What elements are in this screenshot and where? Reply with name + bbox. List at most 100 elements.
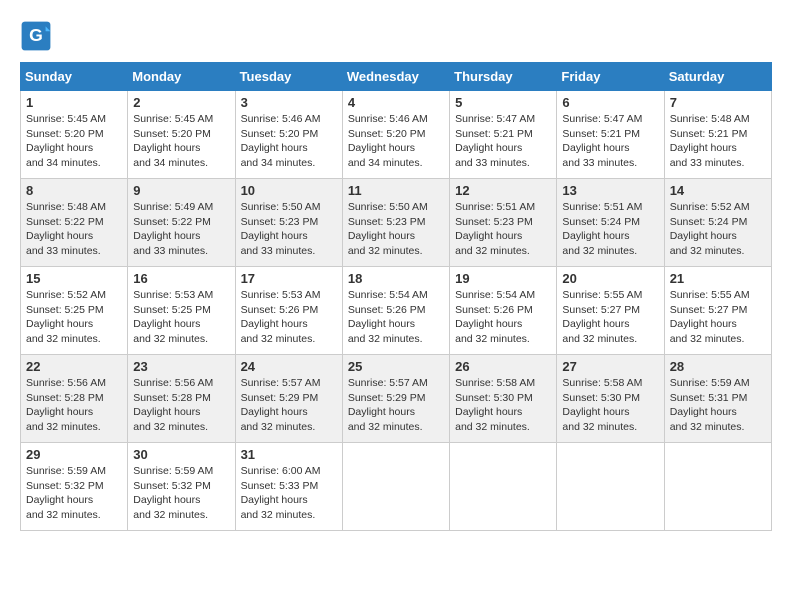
day-info: Sunrise: 5:45 AM Sunset: 5:20 PM Dayligh…: [26, 112, 122, 171]
header-saturday: Saturday: [664, 63, 771, 91]
day-info: Sunrise: 5:49 AM Sunset: 5:22 PM Dayligh…: [133, 200, 229, 259]
day-info: Sunrise: 5:55 AM Sunset: 5:27 PM Dayligh…: [670, 288, 766, 347]
day-number: 31: [241, 447, 337, 462]
day-number: 24: [241, 359, 337, 374]
day-info: Sunrise: 5:50 AM Sunset: 5:23 PM Dayligh…: [241, 200, 337, 259]
day-number: 27: [562, 359, 658, 374]
calendar-cell: 21 Sunrise: 5:55 AM Sunset: 5:27 PM Dayl…: [664, 267, 771, 355]
calendar-cell: 20 Sunrise: 5:55 AM Sunset: 5:27 PM Dayl…: [557, 267, 664, 355]
day-info: Sunrise: 5:47 AM Sunset: 5:21 PM Dayligh…: [455, 112, 551, 171]
day-number: 15: [26, 271, 122, 286]
day-number: 26: [455, 359, 551, 374]
calendar-cell: 19 Sunrise: 5:54 AM Sunset: 5:26 PM Dayl…: [450, 267, 557, 355]
day-number: 3: [241, 95, 337, 110]
day-number: 7: [670, 95, 766, 110]
day-info: Sunrise: 5:48 AM Sunset: 5:21 PM Dayligh…: [670, 112, 766, 171]
calendar-cell: 24 Sunrise: 5:57 AM Sunset: 5:29 PM Dayl…: [235, 355, 342, 443]
day-number: 21: [670, 271, 766, 286]
page-header: G: [20, 20, 772, 52]
day-info: Sunrise: 5:54 AM Sunset: 5:26 PM Dayligh…: [348, 288, 444, 347]
calendar-cell: 22 Sunrise: 5:56 AM Sunset: 5:28 PM Dayl…: [21, 355, 128, 443]
day-info: Sunrise: 5:52 AM Sunset: 5:24 PM Dayligh…: [670, 200, 766, 259]
day-number: 4: [348, 95, 444, 110]
day-number: 13: [562, 183, 658, 198]
calendar-cell: 17 Sunrise: 5:53 AM Sunset: 5:26 PM Dayl…: [235, 267, 342, 355]
day-number: 12: [455, 183, 551, 198]
calendar-cell: 18 Sunrise: 5:54 AM Sunset: 5:26 PM Dayl…: [342, 267, 449, 355]
header-monday: Monday: [128, 63, 235, 91]
day-info: Sunrise: 5:46 AM Sunset: 5:20 PM Dayligh…: [241, 112, 337, 171]
calendar-cell: [342, 443, 449, 531]
day-info: Sunrise: 5:56 AM Sunset: 5:28 PM Dayligh…: [26, 376, 122, 435]
day-info: Sunrise: 5:47 AM Sunset: 5:21 PM Dayligh…: [562, 112, 658, 171]
logo: G: [20, 20, 56, 52]
day-number: 19: [455, 271, 551, 286]
calendar-cell: 1 Sunrise: 5:45 AM Sunset: 5:20 PM Dayli…: [21, 91, 128, 179]
day-number: 11: [348, 183, 444, 198]
calendar-cell: 16 Sunrise: 5:53 AM Sunset: 5:25 PM Dayl…: [128, 267, 235, 355]
day-number: 18: [348, 271, 444, 286]
calendar-cell: 5 Sunrise: 5:47 AM Sunset: 5:21 PM Dayli…: [450, 91, 557, 179]
calendar-week-row: 1 Sunrise: 5:45 AM Sunset: 5:20 PM Dayli…: [21, 91, 772, 179]
day-info: Sunrise: 5:59 AM Sunset: 5:32 PM Dayligh…: [133, 464, 229, 523]
day-info: Sunrise: 5:48 AM Sunset: 5:22 PM Dayligh…: [26, 200, 122, 259]
day-info: Sunrise: 5:56 AM Sunset: 5:28 PM Dayligh…: [133, 376, 229, 435]
calendar-cell: 11 Sunrise: 5:50 AM Sunset: 5:23 PM Dayl…: [342, 179, 449, 267]
day-number: 20: [562, 271, 658, 286]
logo-icon: G: [20, 20, 52, 52]
header-wednesday: Wednesday: [342, 63, 449, 91]
day-number: 25: [348, 359, 444, 374]
day-info: Sunrise: 5:54 AM Sunset: 5:26 PM Dayligh…: [455, 288, 551, 347]
calendar-cell: 15 Sunrise: 5:52 AM Sunset: 5:25 PM Dayl…: [21, 267, 128, 355]
calendar-cell: 31 Sunrise: 6:00 AM Sunset: 5:33 PM Dayl…: [235, 443, 342, 531]
header-sunday: Sunday: [21, 63, 128, 91]
calendar-cell: [557, 443, 664, 531]
calendar-cell: 28 Sunrise: 5:59 AM Sunset: 5:31 PM Dayl…: [664, 355, 771, 443]
calendar-cell: 25 Sunrise: 5:57 AM Sunset: 5:29 PM Dayl…: [342, 355, 449, 443]
day-info: Sunrise: 5:58 AM Sunset: 5:30 PM Dayligh…: [562, 376, 658, 435]
svg-text:G: G: [29, 25, 43, 45]
day-info: Sunrise: 5:51 AM Sunset: 5:23 PM Dayligh…: [455, 200, 551, 259]
calendar-cell: 27 Sunrise: 5:58 AM Sunset: 5:30 PM Dayl…: [557, 355, 664, 443]
day-number: 14: [670, 183, 766, 198]
calendar-cell: [664, 443, 771, 531]
calendar-cell: 23 Sunrise: 5:56 AM Sunset: 5:28 PM Dayl…: [128, 355, 235, 443]
calendar-cell: 2 Sunrise: 5:45 AM Sunset: 5:20 PM Dayli…: [128, 91, 235, 179]
day-number: 29: [26, 447, 122, 462]
day-info: Sunrise: 5:45 AM Sunset: 5:20 PM Dayligh…: [133, 112, 229, 171]
calendar-week-row: 29 Sunrise: 5:59 AM Sunset: 5:32 PM Dayl…: [21, 443, 772, 531]
day-number: 8: [26, 183, 122, 198]
calendar-cell: 9 Sunrise: 5:49 AM Sunset: 5:22 PM Dayli…: [128, 179, 235, 267]
calendar-cell: 10 Sunrise: 5:50 AM Sunset: 5:23 PM Dayl…: [235, 179, 342, 267]
header-friday: Friday: [557, 63, 664, 91]
calendar-cell: 12 Sunrise: 5:51 AM Sunset: 5:23 PM Dayl…: [450, 179, 557, 267]
day-number: 23: [133, 359, 229, 374]
calendar-cell: 30 Sunrise: 5:59 AM Sunset: 5:32 PM Dayl…: [128, 443, 235, 531]
day-info: Sunrise: 5:59 AM Sunset: 5:31 PM Dayligh…: [670, 376, 766, 435]
calendar-cell: 3 Sunrise: 5:46 AM Sunset: 5:20 PM Dayli…: [235, 91, 342, 179]
day-info: Sunrise: 6:00 AM Sunset: 5:33 PM Dayligh…: [241, 464, 337, 523]
day-number: 6: [562, 95, 658, 110]
calendar-cell: 13 Sunrise: 5:51 AM Sunset: 5:24 PM Dayl…: [557, 179, 664, 267]
header-thursday: Thursday: [450, 63, 557, 91]
header-tuesday: Tuesday: [235, 63, 342, 91]
day-number: 5: [455, 95, 551, 110]
day-info: Sunrise: 5:52 AM Sunset: 5:25 PM Dayligh…: [26, 288, 122, 347]
calendar-cell: 14 Sunrise: 5:52 AM Sunset: 5:24 PM Dayl…: [664, 179, 771, 267]
calendar-cell: 4 Sunrise: 5:46 AM Sunset: 5:20 PM Dayli…: [342, 91, 449, 179]
day-info: Sunrise: 5:46 AM Sunset: 5:20 PM Dayligh…: [348, 112, 444, 171]
weekday-header-row: Sunday Monday Tuesday Wednesday Thursday…: [21, 63, 772, 91]
day-info: Sunrise: 5:58 AM Sunset: 5:30 PM Dayligh…: [455, 376, 551, 435]
day-number: 1: [26, 95, 122, 110]
calendar-cell: 7 Sunrise: 5:48 AM Sunset: 5:21 PM Dayli…: [664, 91, 771, 179]
day-number: 22: [26, 359, 122, 374]
day-number: 30: [133, 447, 229, 462]
day-info: Sunrise: 5:51 AM Sunset: 5:24 PM Dayligh…: [562, 200, 658, 259]
calendar-cell: [450, 443, 557, 531]
calendar-cell: 8 Sunrise: 5:48 AM Sunset: 5:22 PM Dayli…: [21, 179, 128, 267]
day-info: Sunrise: 5:59 AM Sunset: 5:32 PM Dayligh…: [26, 464, 122, 523]
calendar-week-row: 15 Sunrise: 5:52 AM Sunset: 5:25 PM Dayl…: [21, 267, 772, 355]
day-info: Sunrise: 5:57 AM Sunset: 5:29 PM Dayligh…: [348, 376, 444, 435]
day-info: Sunrise: 5:55 AM Sunset: 5:27 PM Dayligh…: [562, 288, 658, 347]
calendar-week-row: 8 Sunrise: 5:48 AM Sunset: 5:22 PM Dayli…: [21, 179, 772, 267]
